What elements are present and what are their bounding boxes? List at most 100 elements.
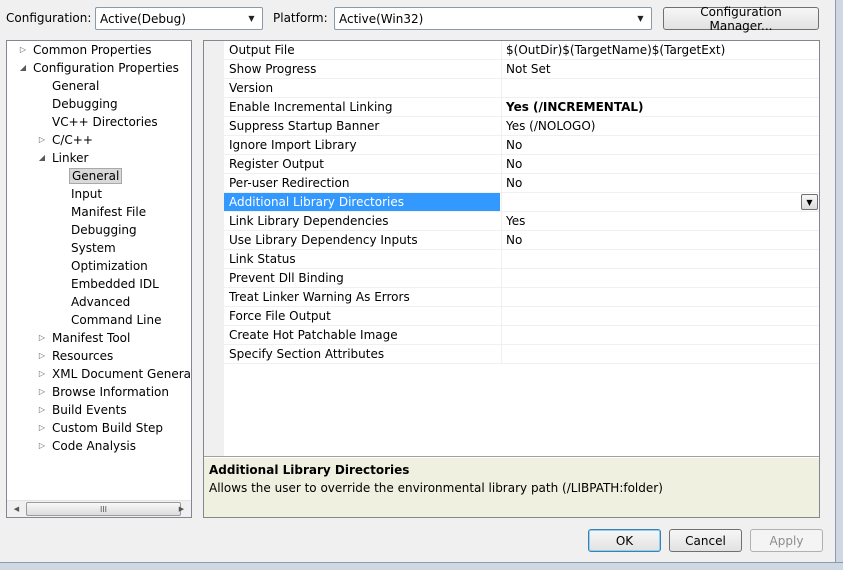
property-value[interactable]: Yes (/INCREMENTAL) (501, 98, 819, 116)
ok-button[interactable]: OK (588, 529, 661, 552)
tree-node[interactable]: Debugging (7, 95, 191, 113)
apply-button[interactable]: Apply (750, 529, 823, 552)
collapsed-arrow-icon[interactable]: ▷ (37, 437, 47, 455)
property-value[interactable] (501, 326, 819, 344)
platform-select[interactable]: Active(Win32) ▼ (334, 7, 652, 30)
tree-node[interactable]: Manifest File (7, 203, 191, 221)
tree-node[interactable]: VC++ Directories (7, 113, 191, 131)
tree-node[interactable]: Debugging (7, 221, 191, 239)
collapsed-arrow-icon[interactable]: ▷ (37, 383, 47, 401)
property-row[interactable]: Prevent Dll Binding (224, 269, 819, 288)
expanded-arrow-icon[interactable]: ◢ (18, 59, 28, 77)
property-value[interactable]: $(OutDir)$(TargetName)$(TargetExt) (501, 41, 819, 59)
tree-node[interactable]: ▷ Resources (7, 347, 191, 365)
property-value[interactable] (501, 79, 819, 97)
window-frame-bottom (0, 562, 843, 570)
cancel-button[interactable]: Cancel (669, 529, 742, 552)
tree-node[interactable]: ▷ Common Properties (7, 41, 191, 59)
tree-node[interactable]: ▷ C/C++ (7, 131, 191, 149)
tree-node-label: Manifest File (71, 205, 147, 219)
description-pane: Additional Library Directories Allows th… (204, 458, 819, 517)
tree-node[interactable]: ▷ Browse Information (7, 383, 191, 401)
property-tree[interactable]: ▷ Common Properties ◢ Configuration Propert… (6, 40, 192, 518)
scrollbar-thumb[interactable]: III (26, 502, 181, 516)
tree-node[interactable]: General (7, 77, 191, 95)
property-row[interactable]: Treat Linker Warning As Errors (224, 288, 819, 307)
property-value[interactable] (501, 288, 819, 306)
tree-node-label: C/C++ (52, 133, 93, 147)
scroll-right-icon[interactable]: ▶ (173, 501, 190, 517)
property-value[interactable]: Yes (501, 212, 819, 230)
chevron-down-icon[interactable]: ▼ (801, 194, 818, 210)
property-name: Suppress Startup Banner (229, 119, 380, 133)
platform-label: Platform: (273, 11, 328, 25)
property-value[interactable] (501, 345, 819, 363)
property-row[interactable]: Output File $(OutDir)$(TargetName)$(Targe… (224, 41, 819, 60)
property-value[interactable] (501, 193, 819, 211)
tree-node-label: Common Properties (33, 43, 152, 57)
property-row[interactable]: Create Hot Patchable Image (224, 326, 819, 345)
tree-node[interactable]: General (7, 167, 191, 185)
tree-node-label: Debugging (71, 223, 137, 237)
tree-node[interactable]: Optimization (7, 257, 191, 275)
expanded-arrow-icon[interactable]: ◢ (37, 149, 47, 167)
collapsed-arrow-icon[interactable]: ▷ (37, 131, 47, 149)
property-row[interactable]: Show Progress Not Set (224, 60, 819, 79)
property-row[interactable]: Ignore Import Library No (224, 136, 819, 155)
property-value[interactable] (501, 269, 819, 287)
property-name: Use Library Dependency Inputs (229, 233, 418, 247)
tree-node-label: Command Line (71, 313, 162, 327)
property-value[interactable]: No (501, 174, 819, 192)
tree-node-label: General (69, 168, 123, 184)
property-value[interactable]: Not Set (501, 60, 819, 78)
tree-node[interactable]: Input (7, 185, 191, 203)
property-row[interactable]: Link Status (224, 250, 819, 269)
tree-node[interactable]: Embedded IDL (7, 275, 191, 293)
property-name: Per-user Redirection (229, 176, 350, 190)
property-value[interactable]: No (501, 231, 819, 249)
tree-node[interactable]: ▷ Build Events (7, 401, 191, 419)
tree-node-label: Configuration Properties (33, 61, 179, 75)
collapsed-arrow-icon[interactable]: ▷ (37, 329, 47, 347)
property-row[interactable]: Enable Incremental Linking Yes (/INCREMEN… (224, 98, 819, 117)
tree-node[interactable]: Command Line (7, 311, 191, 329)
collapsed-arrow-icon[interactable]: ▷ (37, 347, 47, 365)
tree-node[interactable]: ▷ XML Document Generator (7, 365, 191, 383)
tree-node[interactable]: ◢ Configuration Properties (7, 59, 191, 77)
tree-node[interactable]: System (7, 239, 191, 257)
property-row[interactable]: Force File Output (224, 307, 819, 326)
property-row[interactable]: Version (224, 79, 819, 98)
property-name: Link Library Dependencies (229, 214, 389, 228)
tree-node[interactable]: ▷ Custom Build Step (7, 419, 191, 437)
property-value[interactable] (501, 250, 819, 268)
property-value[interactable] (501, 307, 819, 325)
collapsed-arrow-icon[interactable]: ▷ (37, 365, 47, 383)
description-title: Additional Library Directories (209, 463, 410, 477)
property-name: Register Output (229, 157, 324, 171)
property-row[interactable]: Register Output No (224, 155, 819, 174)
property-value[interactable]: No (501, 136, 819, 154)
collapsed-arrow-icon[interactable]: ▷ (37, 401, 47, 419)
property-row[interactable]: Per-user Redirection No (224, 174, 819, 193)
tree-node[interactable]: ▷ Code Analysis (7, 437, 191, 455)
configuration-select[interactable]: Active(Debug) ▼ (95, 7, 263, 30)
property-row[interactable]: Specify Section Attributes (224, 345, 819, 364)
property-value[interactable]: No (501, 155, 819, 173)
tree-node[interactable]: Advanced (7, 293, 191, 311)
scroll-left-icon[interactable]: ◀ (8, 501, 25, 517)
property-name: Output File (229, 43, 295, 57)
property-row[interactable]: Suppress Startup Banner Yes (/NOLOGO) (224, 117, 819, 136)
tree-node[interactable]: ▷ Manifest Tool (7, 329, 191, 347)
grid-gutter (204, 41, 224, 456)
tree-horizontal-scrollbar[interactable]: ◀ III ▶ (7, 500, 191, 517)
property-row[interactable]: Link Library Dependencies Yes (224, 212, 819, 231)
tree-node[interactable]: ◢ Linker (7, 149, 191, 167)
collapsed-arrow-icon[interactable]: ▷ (37, 419, 47, 437)
property-row[interactable]: Use Library Dependency Inputs No (224, 231, 819, 250)
property-row[interactable]: Additional Library Directories ▼ (224, 193, 819, 212)
collapsed-arrow-icon[interactable]: ▷ (18, 41, 28, 59)
configuration-manager-button[interactable]: Configuration Manager... (663, 5, 819, 33)
property-name: Show Progress (229, 62, 317, 76)
tree-node-label: Browse Information (52, 385, 169, 399)
property-value[interactable]: Yes (/NOLOGO) (501, 117, 819, 135)
